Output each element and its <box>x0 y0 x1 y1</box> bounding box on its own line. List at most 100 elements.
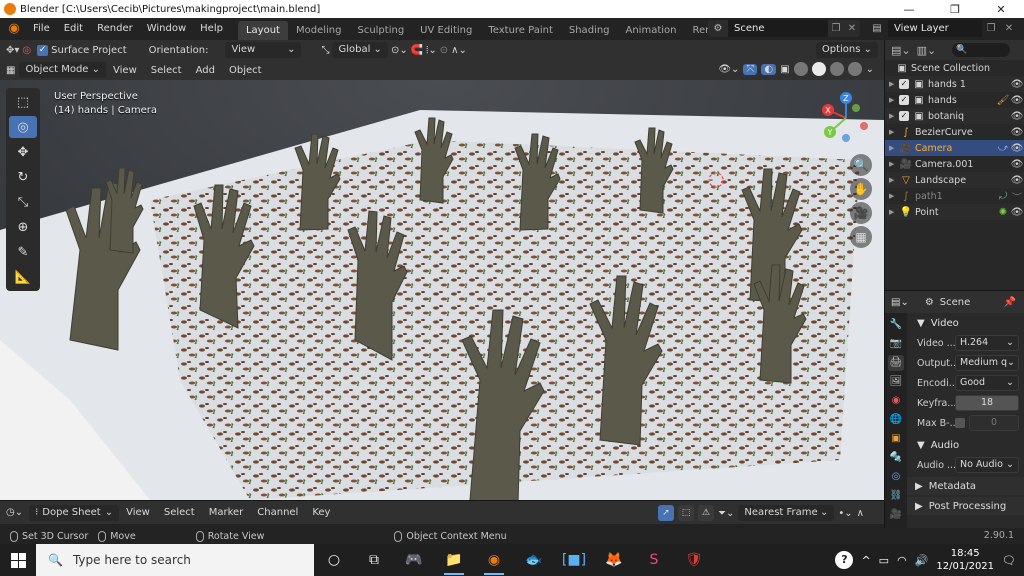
render-tab-icon[interactable]: 📷 <box>888 336 904 352</box>
annotate-tool-icon[interactable]: ✎ <box>9 241 37 263</box>
tab-modeling[interactable]: Modeling <box>288 21 350 40</box>
tab-uv-editing[interactable]: UV Editing <box>412 21 480 40</box>
surface-project-toggle[interactable]: ✓ Surface Project <box>37 44 127 56</box>
camera-view-icon[interactable]: 🎥 <box>850 202 872 224</box>
dope-menu-key[interactable]: Key <box>305 507 337 518</box>
expand-icon[interactable]: ▶ <box>889 176 899 184</box>
falloff-icon[interactable]: ∧ <box>857 508 864 519</box>
metadata-panel-header[interactable]: ▶ Metadata <box>907 477 1024 495</box>
properties-editor-icon[interactable]: ▤⌄ <box>891 297 909 308</box>
eye-closed-icon[interactable]: ︶ <box>1010 189 1024 204</box>
tab-layout[interactable]: Layout <box>237 21 288 40</box>
notifications-icon[interactable]: 🗨 <box>1002 554 1016 567</box>
proportional-edit-icon[interactable]: ⊙ <box>440 45 448 56</box>
new-view-layer-icon[interactable]: ❐ <box>982 23 1000 34</box>
orientation-dropdown[interactable]: View ⌄ <box>225 42 302 58</box>
viewport-menu-add[interactable]: Add <box>189 65 222 76</box>
outliner-item-hands[interactable]: ▶ ✓ ▣ hands 🖌 👁 <box>885 92 1024 108</box>
viewport-menu-view[interactable]: View <box>106 65 144 76</box>
options-dropdown[interactable]: Options ⌄ <box>815 42 878 58</box>
ortho-grid-icon[interactable]: ▦ <box>850 226 872 248</box>
scene-tab-icon[interactable]: ◉ <box>888 393 904 409</box>
display-mode-icon[interactable]: ▥⌄ <box>917 44 937 57</box>
cursor-tool-icon[interactable]: ◎ <box>9 116 37 138</box>
expand-icon[interactable]: ▶ <box>889 112 899 120</box>
tool-tab-icon[interactable]: 🔧 <box>888 317 904 333</box>
falloff-icon[interactable]: ∧⌄ <box>451 45 467 56</box>
zoom-icon[interactable]: 🔍 <box>850 154 872 176</box>
wifi-icon[interactable]: ◠ <box>897 554 907 567</box>
maximize-button[interactable]: ❐ <box>932 0 978 18</box>
modifier-tab-icon[interactable]: 🔩 <box>888 450 904 466</box>
outliner-item-camera-001[interactable]: ▶ 🎥 Camera.001 👁 <box>885 156 1024 172</box>
dope-mode-dropdown[interactable]: ⁝ Dope Sheet ⌄ <box>29 504 120 521</box>
dope-editor-type-icon[interactable]: ◷⌄ <box>6 507 23 518</box>
overlay-icon[interactable]: ◐ <box>761 63 777 75</box>
viewport-menu-object[interactable]: Object <box>222 65 269 76</box>
cortana-icon[interactable]: ○ <box>314 544 354 576</box>
move-tool-icon[interactable]: ✥ <box>9 141 37 163</box>
outliner-editor-icon[interactable]: ▤⌄ <box>891 44 911 57</box>
delete-scene-icon[interactable]: ✕ <box>844 23 860 34</box>
visibility-icon[interactable]: 👁⌄ <box>718 64 739 75</box>
tab-shading[interactable]: Shading <box>561 21 618 40</box>
eye-icon[interactable]: 👁 <box>1010 143 1024 154</box>
editor-type-icon[interactable]: ▦ <box>6 65 15 76</box>
cursor-tool-icon[interactable]: ✥▾ <box>6 45 19 56</box>
filter-icon[interactable]: ⏷⌄ <box>718 508 734 519</box>
scene-collection-row[interactable]: ▣ Scene Collection <box>885 60 1024 76</box>
fish-app-icon[interactable]: 🐟 <box>514 544 554 576</box>
include-checkbox[interactable]: ✓ <box>899 95 909 105</box>
new-scene-icon[interactable]: ❐ <box>828 23 844 34</box>
physics-tab-icon[interactable]: ◎ <box>888 469 904 485</box>
outliner-item-botaniq[interactable]: ▶ ✓ ▣ botaniq 👁 <box>885 108 1024 124</box>
menu-render[interactable]: Render <box>90 18 140 40</box>
select-box-tool-icon[interactable]: ⬚ <box>9 91 37 113</box>
snap-target-icon[interactable]: ⦙⌄ <box>426 45 437 56</box>
menu-window[interactable]: Window <box>140 18 193 40</box>
video-codec-dropdown[interactable]: H.264 ⌄ <box>955 335 1019 351</box>
shield-app-icon[interactable]: 🛡 <box>674 544 714 576</box>
eye-icon[interactable]: 👁 <box>1010 159 1024 170</box>
volume-icon[interactable]: 🔊 <box>915 554 929 567</box>
close-button[interactable]: ✕ <box>978 0 1024 18</box>
measure-tool-icon[interactable]: 📐 <box>9 266 37 288</box>
post-processing-panel-header[interactable]: ▶ Post Processing <box>907 497 1024 515</box>
chevron-up-icon[interactable]: ^ <box>861 554 870 567</box>
outliner-item-point[interactable]: ▶ 💡 Point ✺ 👁 <box>885 204 1024 220</box>
expand-icon[interactable]: ▶ <box>889 80 899 88</box>
scene-selector[interactable]: ⚙ Scene ❐ ✕ <box>708 20 860 37</box>
menu-help[interactable]: Help <box>193 18 230 40</box>
include-checkbox[interactable]: ✓ <box>899 111 909 121</box>
expand-icon[interactable]: ▶ <box>889 144 899 152</box>
outliner-item-path1[interactable]: ▶ ∫ path1 ⤾ ︶ <box>885 188 1024 204</box>
taskbar-search-input[interactable]: 🔍 Type here to search <box>36 544 314 576</box>
view-layer-selector[interactable]: ▤ View Layer ❐ ✕ <box>866 20 1018 37</box>
outliner-item-landscape[interactable]: ▶ ▽ Landscape 👁 <box>885 172 1024 188</box>
show-hidden-icon[interactable]: ⬚ <box>678 505 694 521</box>
gizmo-toggle-icon[interactable]: ⤧ <box>743 63 758 75</box>
expand-icon[interactable]: ▶ <box>889 96 899 104</box>
proportional-edit-icon[interactable]: •⌄ <box>838 508 852 519</box>
output-quality-dropdown[interactable]: Medium q ⌄ <box>955 355 1019 371</box>
help-icon[interactable]: ? <box>835 551 854 569</box>
only-errors-icon[interactable]: ⚠ <box>698 505 714 521</box>
max-b-frames-field[interactable]: 0 <box>969 415 1019 431</box>
file-explorer-icon[interactable]: 📁 <box>434 544 474 576</box>
eye-icon[interactable]: 👁 <box>1010 79 1024 90</box>
outliner-item-hands-1[interactable]: ▶ ✓ ▣ hands 1 👁 <box>885 76 1024 92</box>
include-checkbox[interactable]: ✓ <box>899 79 909 89</box>
audio-panel-header[interactable]: ▼ Audio <box>907 435 1024 455</box>
transform-orientation-dropdown[interactable]: Global ⌄ <box>332 42 388 58</box>
gamepad-app-icon[interactable]: 🎮 <box>394 544 434 576</box>
eye-icon[interactable]: 👁 <box>1010 127 1024 138</box>
minimize-button[interactable]: — <box>886 0 932 18</box>
mode-dropdown[interactable]: Object Mode ⌄ <box>19 62 107 78</box>
view-layer-name[interactable]: View Layer <box>888 20 982 37</box>
video-panel-header[interactable]: ▼ Video <box>907 313 1024 333</box>
object-tab-icon[interactable]: ▣ <box>888 431 904 447</box>
max-b-frames-checkbox[interactable] <box>955 418 965 428</box>
constraints-tab-icon[interactable]: ⛓ <box>888 488 904 504</box>
encoding-speed-dropdown[interactable]: Good ⌄ <box>955 375 1019 391</box>
menu-file[interactable]: File <box>26 18 57 40</box>
